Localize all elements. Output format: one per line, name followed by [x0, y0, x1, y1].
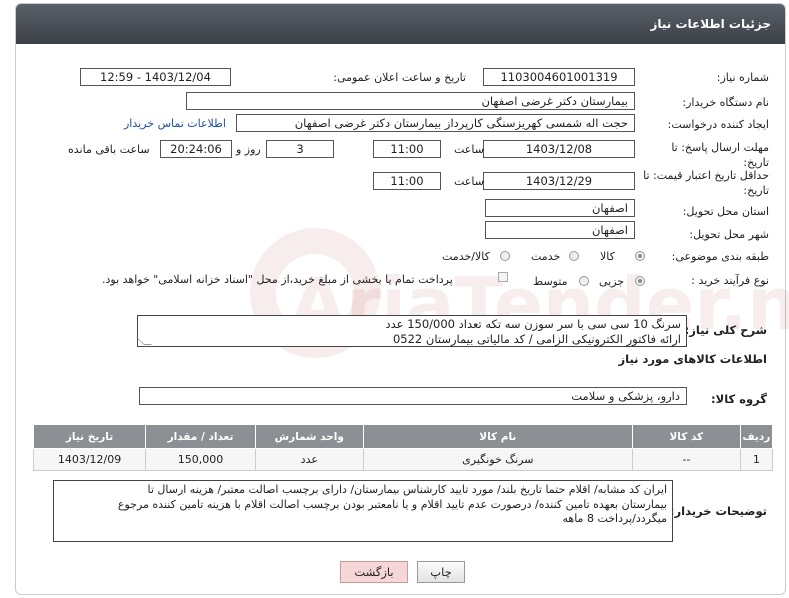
category-radio-service[interactable]	[569, 251, 579, 261]
purchase-option-minor: جزیی	[599, 275, 625, 288]
page-title: جزئیات اطلاعات نیاز	[650, 17, 771, 31]
buyer-notes-line-2: بیمارستان بعهده تامین کننده/ درصورت عدم …	[117, 497, 667, 511]
category-radio-goods[interactable]	[635, 251, 645, 261]
contact-buyer-link[interactable]: اطلاعات تماس خریدار	[124, 117, 226, 130]
buyer-notes-textarea[interactable]: ایران کد مشابه/ اقلام حتما تاریخ بلند/ م…	[53, 480, 673, 542]
days-label: روز و	[236, 143, 261, 156]
deadline-time-field[interactable]: 11:00	[373, 140, 441, 158]
purchase-option-medium: متوسط	[533, 275, 568, 288]
deadline-time-label: ساعت	[454, 143, 484, 156]
category-label: طبقه بندی موضوعی:	[671, 250, 769, 263]
print-button[interactable]: چاپ	[417, 561, 465, 583]
summary-textarea[interactable]: سرنگ 10 سی سی با سر سوزن سه تکه تعداد 15…	[137, 315, 687, 347]
category-option-service: خدمت	[531, 250, 561, 263]
min-validity-date-field[interactable]: 1403/12/29	[483, 172, 635, 190]
purchase-type-label: نوع فرآیند خرید :	[691, 274, 769, 287]
announce-label: تاریخ و ساعت اعلان عمومی:	[333, 71, 466, 84]
deadline-date-field[interactable]: 1403/12/08	[483, 140, 635, 158]
need-number-field[interactable]: 1103004601001319	[483, 68, 635, 86]
col-date: تاریخ نیاز	[32, 424, 147, 449]
category-radio-both[interactable]	[500, 251, 510, 261]
goods-table: ردیف کد کالا نام کالا واحد شمارش تعداد /…	[32, 424, 774, 471]
goods-section-title: اطلاعات کالاهای مورد نیاز	[618, 352, 767, 366]
min-validity-time-label: ساعت	[454, 175, 484, 188]
need-number-label: شماره نیاز:	[716, 71, 769, 84]
goods-group-label: گروه کالا:	[711, 392, 767, 406]
city-label: شهر محل تحویل:	[689, 228, 769, 241]
min-validity-time-field[interactable]: 11:00	[373, 172, 441, 190]
summary-line-1: سرنگ 10 سی سی با سر سوزن سه تکه تعداد 15…	[385, 317, 681, 331]
cell-code: --	[631, 448, 741, 471]
province-field[interactable]: اصفهان	[485, 199, 635, 217]
remaining-time-field[interactable]: 20:24:06	[160, 140, 232, 158]
min-validity-label: حداقل تاریخ اعتبار قیمت: تا تاریخ:	[643, 169, 769, 197]
remaining-label: ساعت باقی مانده	[68, 143, 150, 156]
creator-label: ایجاد کننده درخواست:	[667, 118, 769, 131]
province-label: استان محل تحویل:	[682, 205, 769, 218]
buyer-notes-line-1: ایران کد مشابه/ اقلام حتما تاریخ بلند/ م…	[147, 483, 667, 496]
category-option-goods: کالا	[600, 250, 615, 263]
cell-unit: عدد	[254, 448, 364, 471]
goods-group-field[interactable]: دارو، پزشکی و سلامت	[139, 387, 687, 405]
back-button[interactable]: بازگشت	[340, 561, 408, 583]
col-name: نام کالا	[362, 424, 633, 449]
category-option-both: کالا/خدمت	[442, 250, 490, 263]
summary-label: شرح کلی نیاز:	[684, 323, 767, 337]
buyer-notes-label: توضیحات خریدار:	[669, 504, 767, 518]
treasury-payment-checkbox[interactable]	[498, 272, 508, 282]
col-unit: واحد شمارش	[254, 424, 364, 449]
cell-row: 1	[739, 448, 774, 471]
cell-date: 1403/12/09	[32, 448, 147, 471]
col-code: کد کالا	[631, 424, 741, 449]
buyer-label: نام دستگاه خریدار:	[682, 96, 769, 109]
summary-line-2: ارائه فاکتور الکترونیکی الزامی / کد مالی…	[392, 332, 681, 346]
buyer-notes-line-3: میگردد/پرداخت 8 ماهه	[562, 512, 668, 525]
panel-header: جزئیات اطلاعات نیاز	[16, 4, 785, 44]
announce-field[interactable]: 1403/12/04 - 12:59	[80, 68, 231, 86]
goods-table-header: ردیف کد کالا نام کالا واحد شمارش تعداد /…	[32, 424, 774, 449]
cell-name: سرنگ خونگیری	[362, 448, 633, 471]
buyer-field[interactable]: بیمارستان دکتر غرضی اصفهان	[186, 92, 635, 110]
purchase-radio-minor[interactable]	[635, 276, 645, 286]
city-field[interactable]: اصفهان	[485, 221, 635, 239]
treasury-payment-note: پرداخت تمام یا بخشی از مبلغ خرید،از محل …	[102, 273, 453, 286]
table-row[interactable]: 1 -- سرنگ خونگیری عدد 150,000 1403/12/09	[32, 448, 774, 471]
purchase-radio-medium[interactable]	[579, 276, 589, 286]
col-row: ردیف	[739, 424, 774, 449]
col-qty: تعداد / مقدار	[145, 424, 256, 449]
deadline-label: مهلت ارسال پاسخ: تا تاریخ:	[671, 141, 769, 169]
days-field[interactable]: 3	[266, 140, 334, 158]
creator-field[interactable]: حجت اله شمسی کهریزسنگی کارپرداز بیمارستا…	[236, 114, 635, 132]
cell-qty: 150,000	[145, 448, 256, 471]
